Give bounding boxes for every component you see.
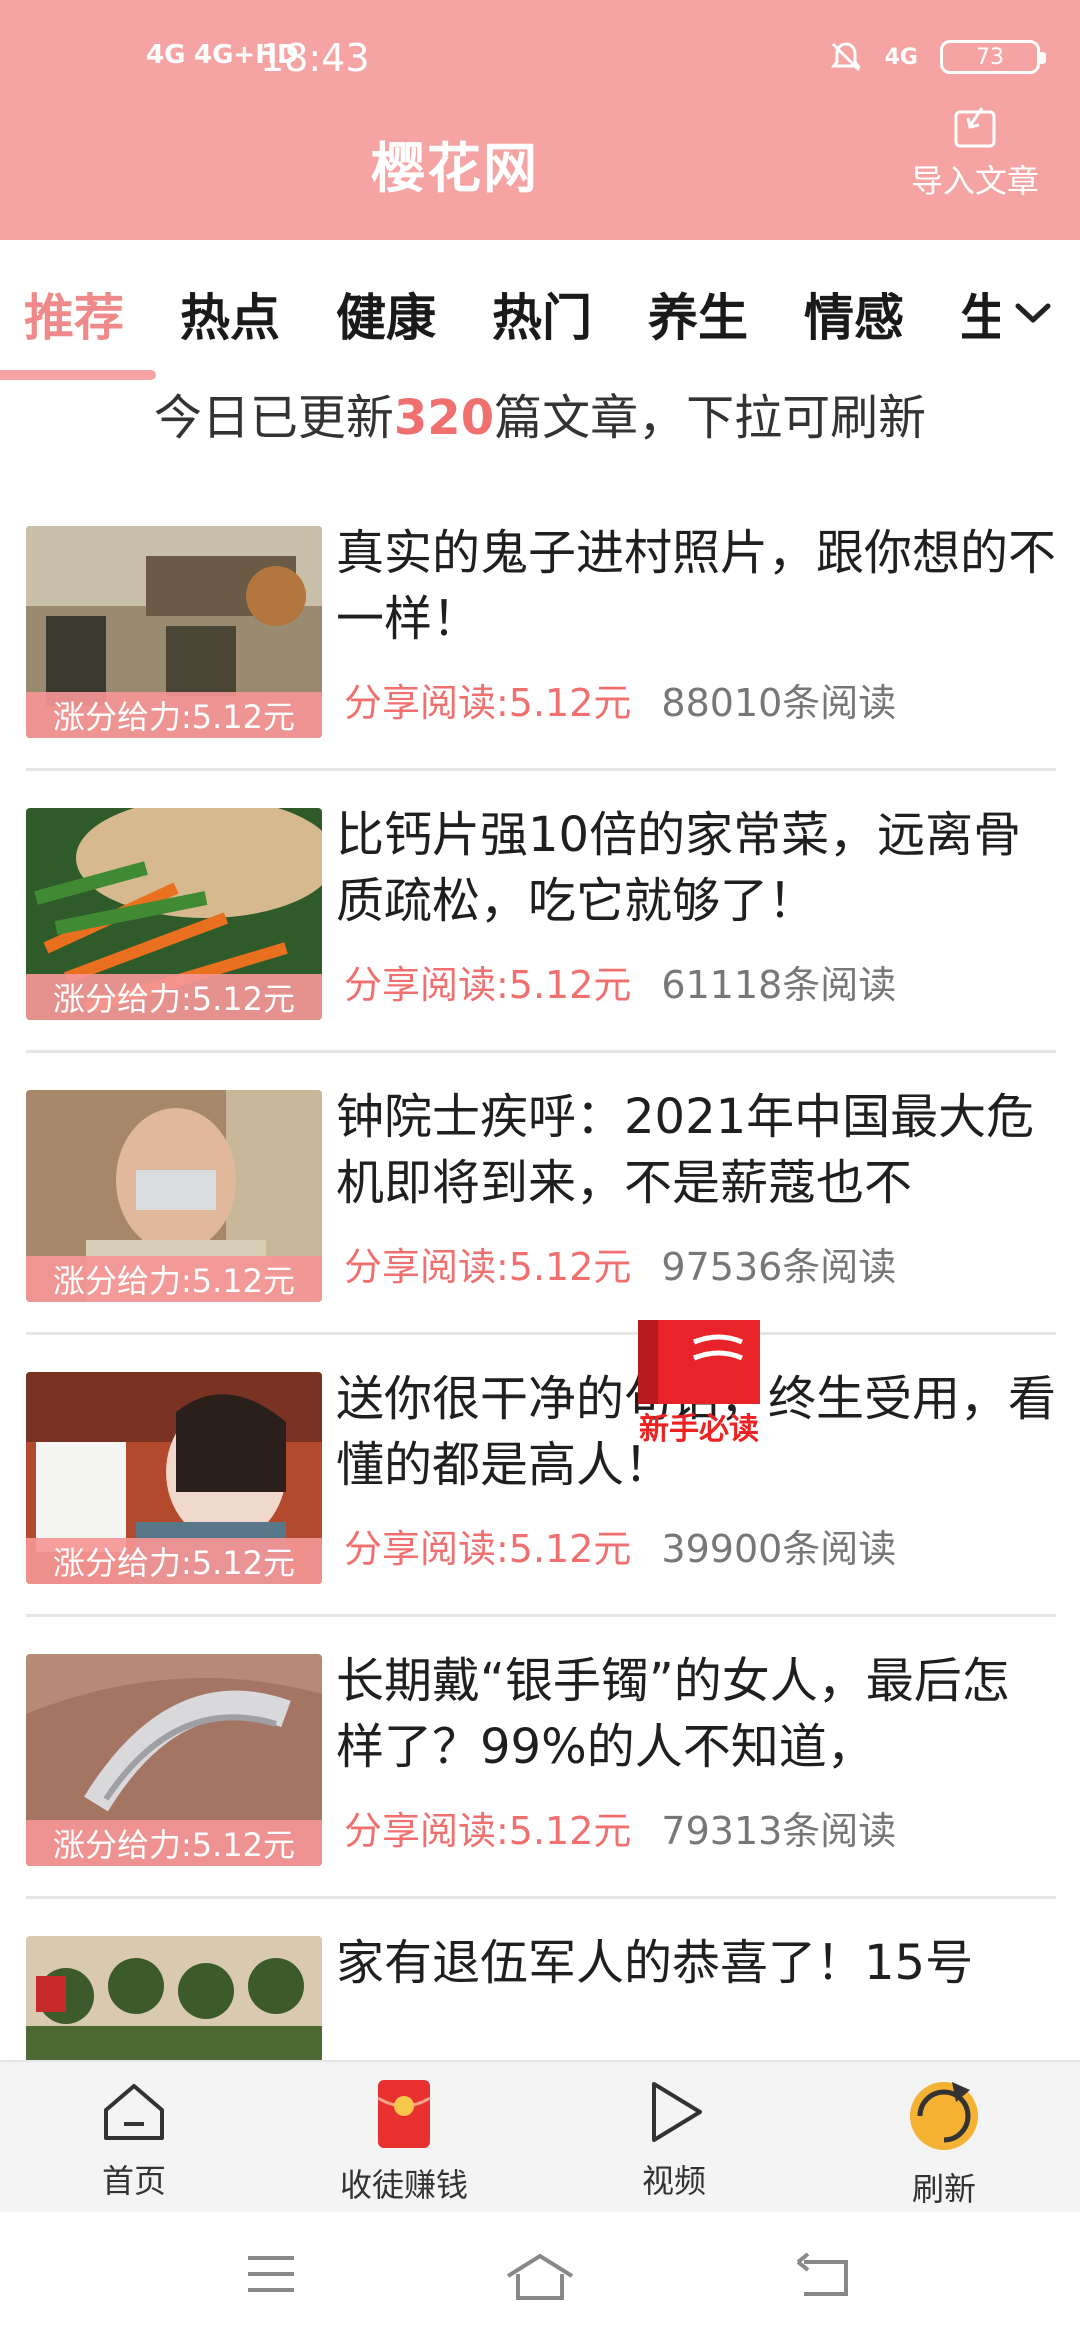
article-meta: 分享阅读:5.12元 39900条阅读 bbox=[344, 1518, 896, 1573]
article-title: 家有退伍军人的恭喜了！15号 bbox=[336, 1935, 974, 1991]
tab-life[interactable]: 生 bbox=[960, 278, 1000, 350]
nav-recruit[interactable]: 收徒赚钱 bbox=[304, 2076, 504, 2206]
battery-icon: 73 bbox=[940, 40, 1046, 74]
article-thumbnail: 涨分给力:5.12元 bbox=[26, 526, 322, 738]
system-nav-bar bbox=[0, 2212, 1080, 2340]
refresh-icon bbox=[844, 2076, 1044, 2156]
read-count: 97536条阅读 bbox=[661, 1245, 897, 1289]
bottom-nav: 首页 收徒赚钱 视频 刷新 bbox=[0, 2060, 1080, 2212]
nav-refresh-label: 刷新 bbox=[911, 2170, 976, 2208]
back-icon[interactable] bbox=[794, 2252, 854, 2304]
list-item[interactable]: 涨分给力:5.12元 真实的鬼子进村照片，跟你想的不一样！ 分享阅读:5.12元… bbox=[26, 520, 1056, 812]
tab-health[interactable]: 健康 bbox=[336, 278, 436, 350]
article-meta: 分享阅读:5.12元 61118条阅读 bbox=[344, 954, 896, 1009]
divider bbox=[26, 1332, 1056, 1335]
menu-icon[interactable] bbox=[244, 2252, 298, 2300]
status-right-icons: 4G 73 bbox=[829, 40, 1046, 74]
nav-refresh[interactable]: 刷新 bbox=[844, 2076, 1044, 2210]
share-reward: 分享阅读:5.12元 bbox=[344, 963, 632, 1007]
list-item[interactable]: 涨分给力:5.12元 送你很干净的句话，终生受用，看懂的都是高人！ 分享阅读:5… bbox=[26, 1366, 1056, 1658]
nav-home-label: 首页 bbox=[101, 2162, 166, 2200]
bonus-tag: 涨分给力:5.12元 bbox=[26, 692, 322, 738]
list-item[interactable]: 涨分给力:5.12元 钟院士疾呼：2021年中国最大危机即将到来，不是薪蔻也不 … bbox=[26, 1084, 1056, 1376]
read-count: 61118条阅读 bbox=[661, 963, 897, 1007]
divider bbox=[26, 768, 1056, 771]
update-suffix: 篇文章，下拉可刷新 bbox=[494, 390, 927, 446]
article-title: 钟院士疾呼：2021年中国最大危机即将到来，不是薪蔻也不 bbox=[336, 1089, 1035, 1211]
nav-home[interactable]: 首页 bbox=[34, 2076, 234, 2202]
network-type: 4G bbox=[884, 44, 918, 70]
red-envelope-icon bbox=[304, 2076, 504, 2152]
bonus-tag: 涨分给力:5.12元 bbox=[26, 1538, 322, 1584]
article-thumbnail: 涨分给力:5.12元 bbox=[26, 1372, 322, 1584]
article-thumbnail: 涨分给力:5.12元 bbox=[26, 1654, 322, 1866]
import-article-button[interactable]: 导入文章 bbox=[890, 104, 1060, 202]
share-reward: 分享阅读:5.12元 bbox=[344, 681, 632, 725]
play-icon bbox=[574, 2076, 774, 2148]
divider bbox=[26, 1050, 1056, 1053]
nav-video-label: 视频 bbox=[641, 2162, 706, 2200]
tab-hot[interactable]: 热点 bbox=[180, 278, 280, 350]
app-header: 4G 4G+HD 18:43 4G 73 樱花网 导入文章 bbox=[0, 0, 1080, 240]
update-prefix: 今日已更新 bbox=[153, 390, 394, 446]
import-icon bbox=[890, 104, 1060, 150]
read-count: 39900条阅读 bbox=[661, 1527, 897, 1571]
article-meta: 分享阅读:5.12元 88010条阅读 bbox=[344, 672, 896, 727]
list-item[interactable]: 涨分给力:5.12元 比钙片强10倍的家常菜，远离骨质疏松，吃它就够了！ 分享阅… bbox=[26, 802, 1056, 1094]
category-tabs: 推荐 热点 健康 热门 养生 情感 生 bbox=[0, 240, 1080, 390]
article-thumbnail: 涨分给力:5.12元 bbox=[26, 808, 322, 1020]
divider bbox=[26, 1614, 1056, 1617]
share-reward: 分享阅读:5.12元 bbox=[344, 1245, 632, 1289]
newbie-guide-badge[interactable]: 新手必读 bbox=[624, 1312, 774, 1452]
read-count: 88010条阅读 bbox=[661, 681, 897, 725]
read-count: 79313条阅读 bbox=[661, 1809, 897, 1853]
tab-wellness[interactable]: 养生 bbox=[648, 278, 748, 350]
share-reward: 分享阅读:5.12元 bbox=[344, 1527, 632, 1571]
clock: 18:43 bbox=[260, 36, 370, 80]
list-item[interactable]: 涨分给力:5.12元 长期戴“银手镯”的女人，最后怎样了？99%的人不知道， 分… bbox=[26, 1648, 1056, 1940]
divider bbox=[26, 1896, 1056, 1899]
article-title: 真实的鬼子进村照片，跟你想的不一样！ bbox=[336, 525, 1056, 647]
article-title: 长期戴“银手镯”的女人，最后怎样了？99%的人不知道， bbox=[336, 1653, 1010, 1775]
app-title: 樱花网 bbox=[371, 137, 539, 200]
article-thumbnail: 涨分给力:5.12元 bbox=[26, 1090, 322, 1302]
tab-recommend[interactable]: 推荐 bbox=[24, 278, 124, 350]
article-title: 比钙片强10倍的家常菜，远离骨质疏松，吃它就够了！ bbox=[336, 807, 1022, 929]
bonus-tag: 涨分给力:5.12元 bbox=[26, 1256, 322, 1302]
article-thumbnail bbox=[26, 1936, 322, 2060]
article-meta: 分享阅读:5.12元 97536条阅读 bbox=[344, 1236, 896, 1291]
home-system-icon[interactable] bbox=[504, 2252, 576, 2306]
nav-video[interactable]: 视频 bbox=[574, 2076, 774, 2202]
status-bar: 4G 4G+HD 18:43 4G 73 bbox=[0, 0, 1080, 120]
bonus-tag: 涨分给力:5.12元 bbox=[26, 1820, 322, 1866]
home-icon bbox=[34, 2076, 234, 2148]
tab-popular[interactable]: 热门 bbox=[492, 278, 592, 350]
tab-emotion[interactable]: 情感 bbox=[804, 278, 904, 350]
mute-icon bbox=[829, 40, 863, 74]
update-notice: 今日已更新320篇文章，下拉可刷新 bbox=[0, 378, 1080, 448]
update-count: 320 bbox=[393, 390, 495, 446]
share-reward: 分享阅读:5.12元 bbox=[344, 1809, 632, 1853]
article-meta: 分享阅读:5.12元 79313条阅读 bbox=[344, 1800, 896, 1855]
import-label: 导入文章 bbox=[910, 162, 1039, 200]
list-item[interactable]: 家有退伍军人的恭喜了！15号 bbox=[26, 1930, 1056, 2060]
nav-recruit-label: 收徒赚钱 bbox=[339, 2166, 468, 2204]
signal-1-indicator: 4G bbox=[146, 40, 186, 70]
chevron-down-icon[interactable] bbox=[1006, 294, 1060, 334]
bonus-tag: 涨分给力:5.12元 bbox=[26, 974, 322, 1020]
guide-label: 新手必读 bbox=[639, 1412, 759, 1447]
